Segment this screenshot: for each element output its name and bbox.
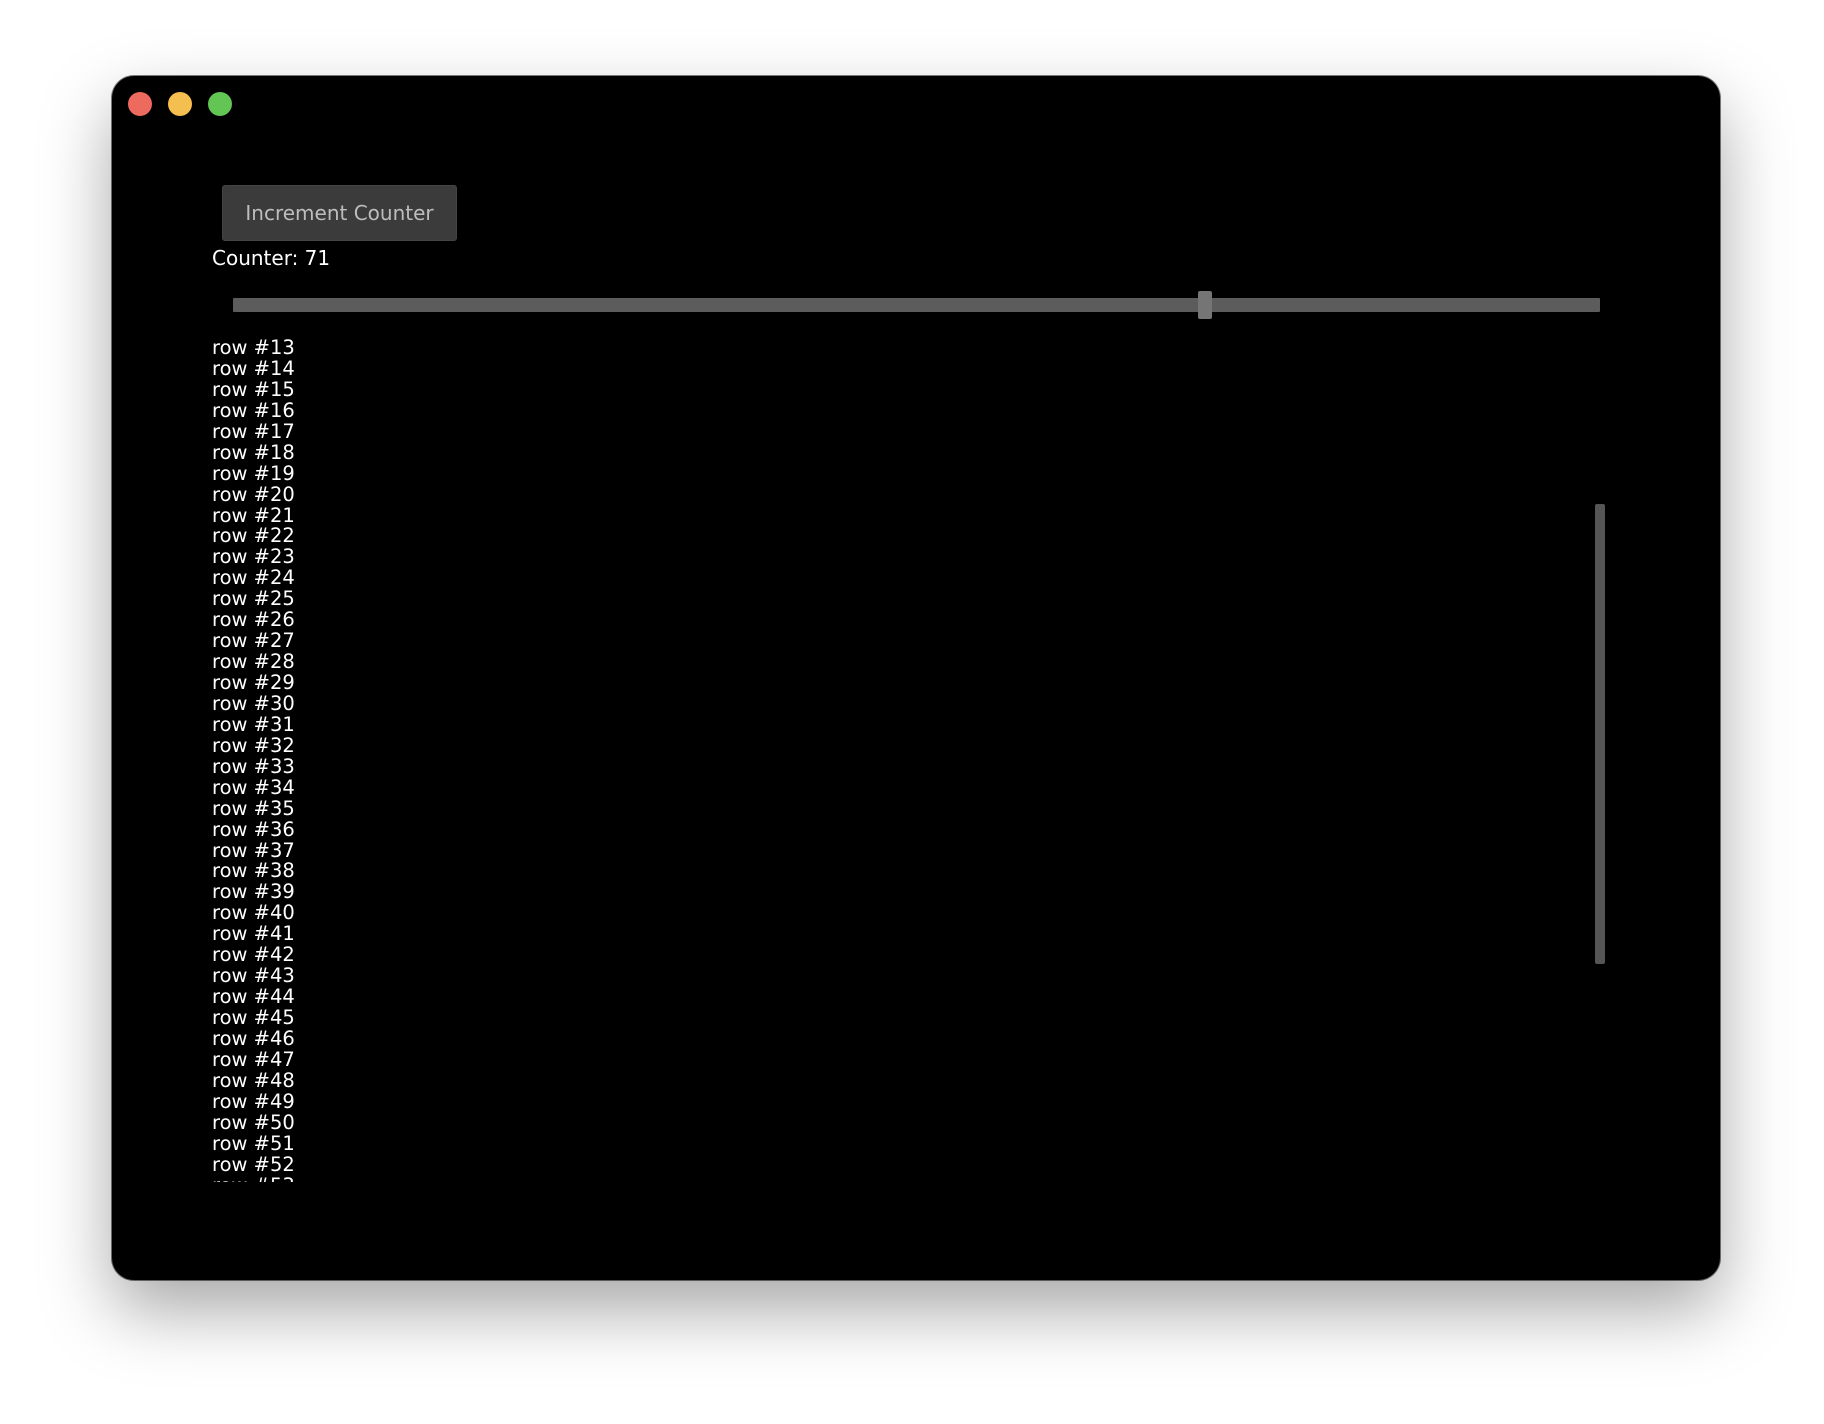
list-item: row #19	[212, 461, 295, 485]
list-item: row #27	[212, 629, 295, 653]
list-item: row #33	[212, 754, 295, 778]
close-window-button[interactable]	[128, 92, 152, 116]
list-item: row #16	[212, 398, 295, 422]
increment-counter-button[interactable]: Increment Counter	[222, 185, 457, 241]
list-item: row #46	[212, 1026, 295, 1050]
list-item: row #23	[212, 545, 295, 569]
list-item: row #53	[212, 1175, 1612, 1182]
list-item: row #21	[212, 503, 295, 527]
list-item: row #45	[212, 1006, 295, 1029]
list-item: row #39	[212, 880, 295, 904]
list-item: row #48	[212, 1068, 295, 1092]
list-item: row #13	[212, 338, 295, 359]
list-item: row #24	[212, 566, 295, 590]
list-item: row #15	[212, 377, 295, 401]
list-item: row #17	[212, 419, 295, 443]
list-item: row #34	[212, 775, 295, 799]
horizontal-slider[interactable]	[233, 291, 1600, 319]
list-item: row #32	[212, 733, 295, 757]
list-item: row #36	[212, 817, 295, 841]
list-item: row #31	[212, 712, 295, 736]
list-item: row #47	[212, 1047, 295, 1071]
list-item: row #22	[212, 524, 295, 548]
list-item: row #52	[212, 1152, 295, 1176]
slider-handle[interactable]	[1197, 291, 1212, 319]
app-window: Increment Counter Counter: 71 row #13 row…	[112, 76, 1720, 1280]
list-item: row #40	[212, 901, 295, 925]
row-list[interactable]: row #13 row #14 row #15 row #16 row #17 row #…	[212, 338, 1612, 1182]
list-item: row #35	[212, 796, 295, 820]
vertical-scrollbar[interactable]	[1595, 504, 1605, 964]
list-item: row #49	[212, 1089, 295, 1113]
list-item: row #41	[212, 922, 295, 946]
list-item: row #38	[212, 859, 295, 883]
list-item: row #50	[212, 1110, 295, 1134]
minimize-window-button[interactable]	[168, 92, 192, 116]
list-item: row #20	[212, 482, 295, 506]
list-item: row #30	[212, 691, 295, 715]
list-item: row #29	[212, 671, 295, 694]
counter-label: Counter: 71	[212, 246, 331, 270]
list-item: row #28	[212, 650, 295, 674]
list-item: row #18	[212, 440, 295, 464]
list-item: row #37	[212, 838, 295, 862]
list-item: row #51	[212, 1131, 295, 1155]
list-item: row #44	[212, 985, 295, 1009]
list-item: row #25	[212, 587, 295, 611]
list-item: row #43	[212, 964, 295, 988]
maximize-window-button[interactable]	[208, 92, 232, 116]
list-item: row #26	[212, 608, 295, 632]
list-item: row #42	[212, 943, 295, 967]
list-item: row #14	[212, 356, 295, 380]
